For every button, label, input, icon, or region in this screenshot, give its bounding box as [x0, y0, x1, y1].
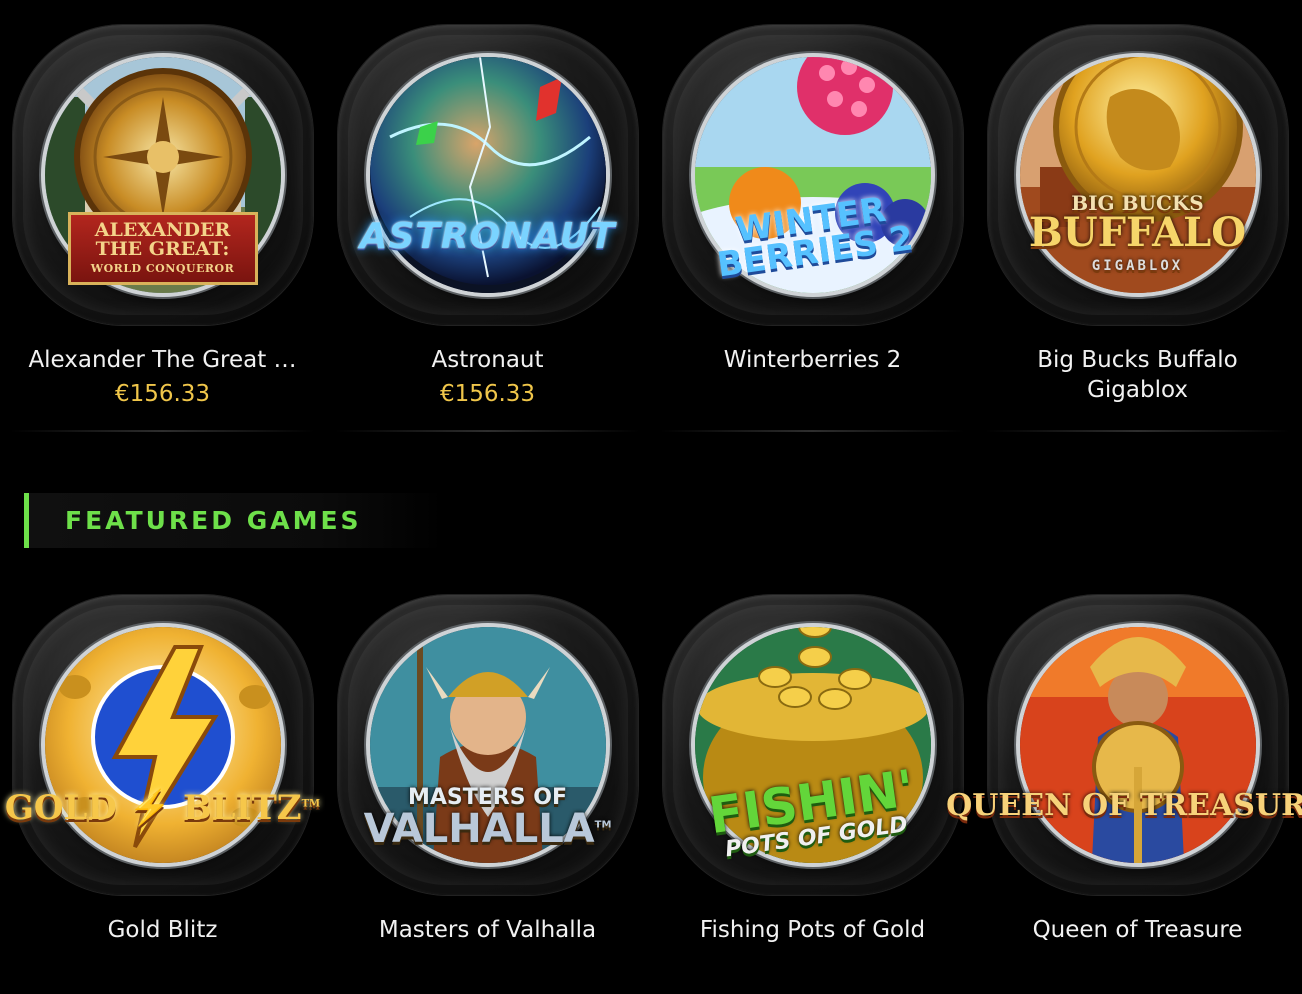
game-title[interactable]: Gold Blitz: [13, 915, 313, 945]
queen-icon: QUEEN OF TREASURE: [946, 627, 1302, 863]
game-logo: ASTRONAUT: [359, 216, 616, 257]
game-tile[interactable]: ALEXANDER THE GREAT: WORLD CONQUEROR: [12, 25, 313, 325]
game-logo: ALEXANDER THE GREAT: WORLD CONQUEROR: [67, 212, 258, 285]
pot-of-gold-icon: FISHIN' POTS OF GOLD: [694, 627, 931, 863]
game-tile[interactable]: ASTRONAUT: [337, 25, 638, 325]
game-card-queen-of-treasure[interactable]: QUEEN OF TREASURE Queen of Treasure: [946, 590, 1302, 994]
game-card-winterberries-2[interactable]: WINTER BERRIES 2 Winterberries 2: [650, 20, 975, 432]
buffalo-coin-icon: BIG BUCKS BUFFALO GIGABLOX: [1019, 57, 1256, 293]
lightning-icon: GOLD ⚡ BLITZTM: [5, 627, 320, 863]
game-logo: GOLD ⚡ BLITZTM: [4, 788, 321, 828]
game-card-alexander[interactable]: ALEXANDER THE GREAT: WORLD CONQUEROR Ale…: [0, 20, 325, 432]
game-tile[interactable]: GOLD ⚡ BLITZTM: [5, 595, 320, 895]
game-card-fishing-pots-of-gold[interactable]: FISHIN' POTS OF GOLD Fishing Pots of Gol…: [650, 590, 975, 994]
game-card-gold-blitz[interactable]: GOLD ⚡ BLITZTM Gold Blitz: [0, 590, 325, 994]
astronaut-planet-icon: ASTRONAUT: [360, 57, 614, 293]
game-card-masters-of-valhalla[interactable]: MASTERS OF VALHALLATM Masters of Valhall…: [325, 590, 650, 994]
game-title[interactable]: Big Bucks Buffalo Gigablox: [988, 345, 1288, 405]
game-tile[interactable]: MASTERS OF VALHALLATM: [337, 595, 638, 895]
game-card-big-bucks-buffalo[interactable]: BIG BUCKS BUFFALO GIGABLOX Big Bucks Buf…: [975, 20, 1300, 432]
game-logo: QUEEN OF TREASURE: [946, 788, 1302, 823]
jackpot-amount: €156.33: [439, 381, 536, 407]
alexander-shield-icon: ALEXANDER THE GREAT: WORLD CONQUEROR: [44, 57, 281, 293]
game-title[interactable]: Winterberries 2: [663, 345, 963, 375]
game-logo: BIG BUCKS BUFFALO GIGABLOX: [1028, 191, 1247, 274]
viking-icon: MASTERS OF VALHALLATM: [364, 627, 611, 863]
game-tile[interactable]: WINTER BERRIES 2: [662, 25, 963, 325]
game-title[interactable]: Alexander The Great …: [13, 345, 313, 375]
winterberries-icon: WINTER BERRIES 2: [694, 57, 931, 293]
game-tile[interactable]: QUEEN OF TREASURE: [946, 595, 1302, 895]
section-header-featured-games: FEATURED GAMES: [24, 493, 444, 548]
game-grid-top: ALEXANDER THE GREAT: WORLD CONQUEROR Ale…: [0, 20, 1302, 432]
game-title[interactable]: Masters of Valhalla: [338, 915, 638, 945]
game-tile[interactable]: FISHIN' POTS OF GOLD: [662, 595, 963, 895]
jackpot-amount: €156.33: [114, 381, 211, 407]
game-logo: MASTERS OF VALHALLATM: [363, 785, 612, 852]
game-title[interactable]: Fishing Pots of Gold: [663, 915, 963, 945]
game-grid-featured: GOLD ⚡ BLITZTM Gold Blitz MASTERS OF VAL…: [0, 590, 1302, 994]
game-title[interactable]: Queen of Treasure: [988, 915, 1288, 945]
game-tile[interactable]: BIG BUCKS BUFFALO GIGABLOX: [987, 25, 1288, 325]
section-title: FEATURED GAMES: [65, 506, 362, 535]
game-card-astronaut[interactable]: ASTRONAUT Astronaut €156.33: [325, 20, 650, 432]
game-title[interactable]: Astronaut: [338, 345, 638, 375]
